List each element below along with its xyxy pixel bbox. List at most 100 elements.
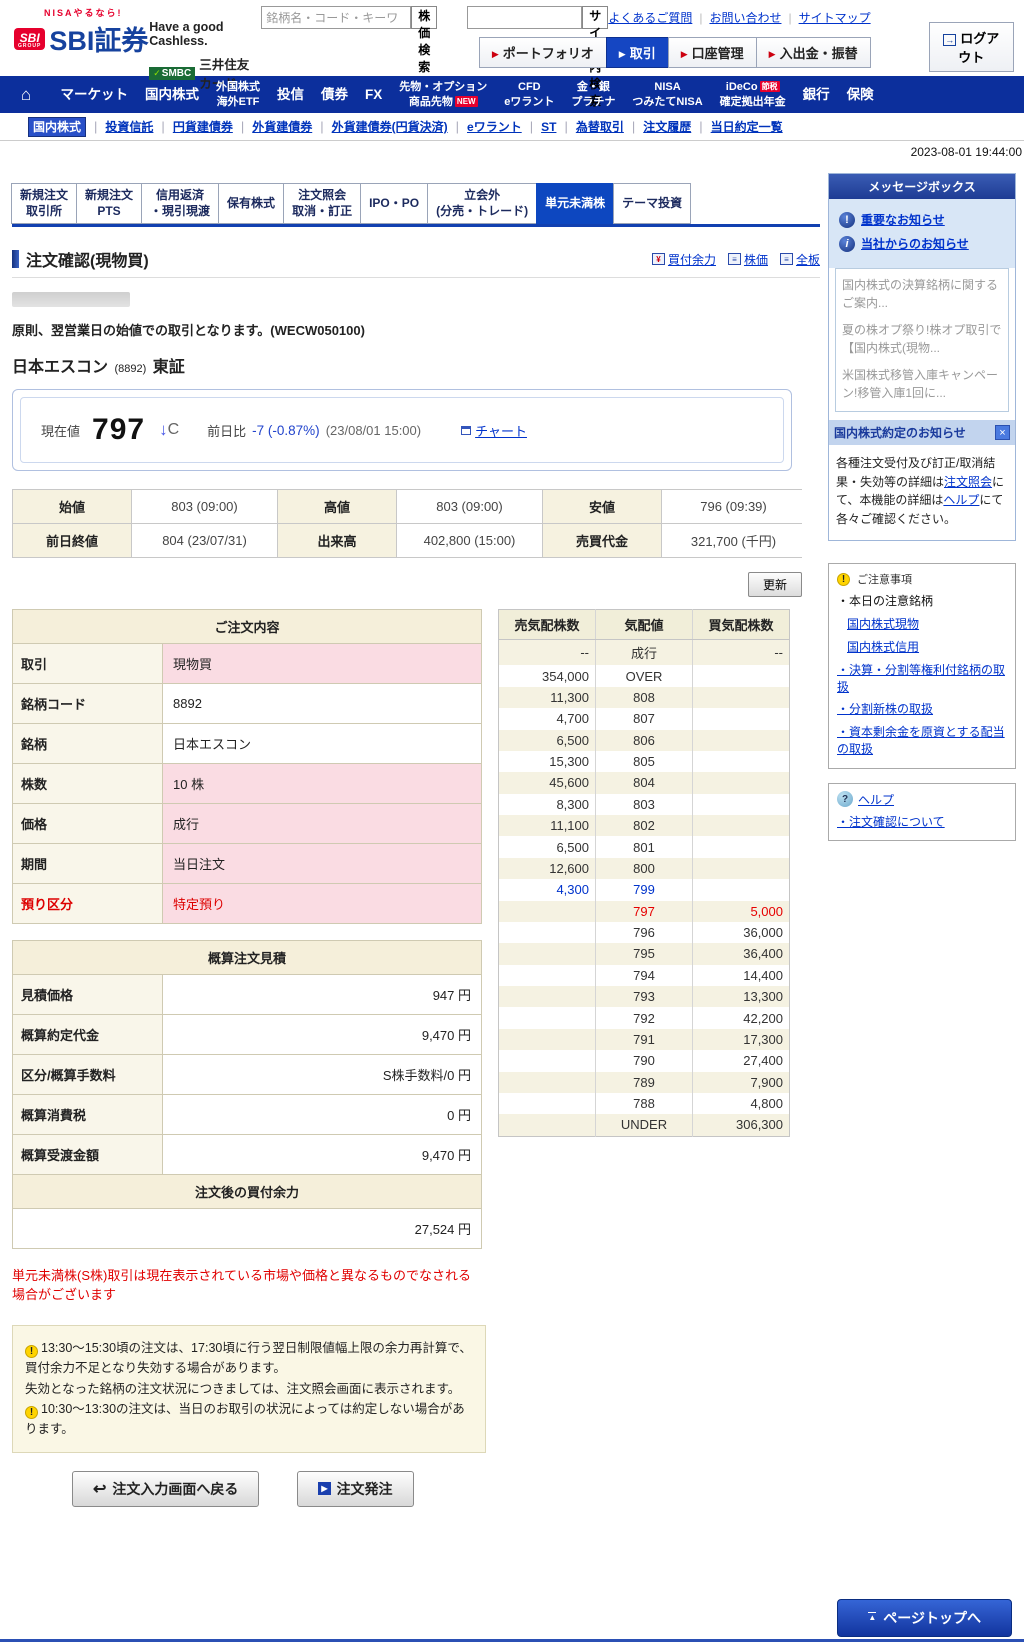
back-button[interactable]: ↩ 注文入力画面へ戻る [72,1470,260,1507]
caution-item[interactable]: ・本日の注意銘柄 [837,593,1007,610]
home-icon[interactable]: ⌂ [0,76,52,113]
sub-nav-item[interactable]: 外貨建債券(円貨決済) [332,120,448,134]
sbi-logo[interactable]: NISAやるなら! SBI GROUP SBI証券 [14,6,149,72]
estimate-row: 概算受渡金額 9,470 円 [12,1134,482,1175]
order-tab[interactable]: 信用返済 ・現引現渡 [141,183,220,224]
sub-nav-item[interactable]: 当日約定一覧 [711,120,783,134]
header-link[interactable]: お問い合わせ [709,11,781,25]
summary-value: 402,800 (15:00) [397,524,542,557]
s-share-warning: 単元未満株(S株)取引は現在表示されている市場や価格と異なるものでなされる場合が… [12,1268,471,1302]
sub-nav-item[interactable]: ST [541,120,556,134]
title-link[interactable]: 全板 [779,251,820,268]
header-nav-tab[interactable]: 入出金・振替 [755,37,871,68]
board-row: 6,500 801 [499,836,790,858]
price-summary-table: 始値 803 (09:00) 高値 803 (09:00) 安値 796 (09:39) 前… [12,489,805,558]
header-link[interactable]: よくあるご質問 [608,11,692,25]
order-row: 銘柄コード 8892 [12,683,482,724]
caution-item[interactable]: ・資本剰余金を原資とする配当の取扱 [837,724,1007,758]
main-nav-item[interactable]: CFD eワラント [496,76,563,113]
message-box-title: メッセージボックス [829,174,1015,199]
caution-item[interactable]: ・決算・分割等権利付銘柄の取扱 [837,662,1007,696]
help-box: ? ヘルプ ・注文確認について [828,782,1016,841]
help-title-link[interactable]: ヘルプ [858,791,894,808]
main-nav-item[interactable]: 先物・オプション 商品先物 NEW [391,76,496,113]
chart-link[interactable]: チャート [475,421,527,440]
page-title: 注文確認(現物買) [12,247,149,271]
order-tab[interactable]: テーマ投資 [613,183,692,224]
main-nav-item[interactable]: 投信 [269,76,313,113]
logout-button[interactable]: ログアウト [928,22,1014,72]
main-nav-item[interactable]: 国内株式 [137,76,208,113]
sub-nav-item[interactable]: 外貨建債券 [252,120,312,134]
note-line: ! 13:30〜15:30頃の注文は、17:30頃に行う翌日制限値幅上限の余力再計… [25,1340,472,1376]
order-tab[interactable]: 立会外 (分売・トレード) [427,183,538,224]
board-row: 4,300 799 [499,879,790,901]
board-row: 11,300 808 [498,686,790,709]
down-arrow-icon: ↓ [159,420,168,439]
sub-nav-item[interactable]: eワラント [467,120,522,134]
sub-nav-item[interactable]: 注文履歴 [643,120,691,134]
help-item[interactable]: ・注文確認について [837,814,1007,831]
order-tab[interactable]: 単元未満株 [536,183,615,224]
header-nav-tabs: ポートフォリオ取引口座管理入出金・振替 [261,37,871,68]
main-nav-item[interactable]: 債券 [313,76,357,113]
note-line: !失効となった銘柄の注文状況につきましては、注文照会画面に表示されます。 [25,1381,461,1396]
main-nav-item[interactable]: 保険 [838,76,882,113]
header-nav-tab[interactable]: 口座管理 [667,37,757,68]
order-inquiry-link[interactable]: 注文照会 [944,475,992,489]
sub-nav-item[interactable]: 投資信託 [105,120,153,134]
doc-icon [651,253,665,265]
site-search-button[interactable]: サイト内検索 [582,6,609,108]
caution-item[interactable]: 国内株式信用 [847,639,1007,656]
order-tab[interactable]: 新規注文 PTS [76,183,143,224]
order-tab[interactable]: 新規注文 取引所 [11,183,78,224]
stock-search-input[interactable] [261,6,412,29]
board-header-price: 気配値 [595,609,693,640]
main-nav-item[interactable]: iDeCo 節税 確定拠出年金 [711,76,794,113]
order-row: 期間 当日注文 [12,843,482,884]
stock-search-button[interactable]: 株価検索 [411,6,438,74]
header-nav-tab[interactable]: 取引 [605,37,669,68]
board-row: 796 36,000 [499,921,790,944]
sub-nav-item[interactable]: 円貨建債券 [173,120,233,134]
summary-value: 804 (23/07/31) [132,524,277,557]
page-top-button[interactable]: ▲ ページトップへ [837,1598,1012,1637]
caution-item[interactable]: ・分割新株の取扱 [837,701,1007,718]
change-label: 前日比 [207,423,247,439]
refresh-button[interactable]: 更新 [747,572,802,597]
main-nav-item[interactable]: FX [357,76,391,113]
main-nav-item[interactable]: 銀行 [794,76,838,113]
title-link[interactable]: 買付余力 [651,251,716,268]
order-row: 価格 成行 [12,803,482,844]
footer: ▲ ページトップへ [0,1598,1024,1642]
board-row: -- 成行 -- [498,639,790,666]
main-nav-item[interactable]: 金・銀 プラチナ [563,76,624,113]
title-link[interactable]: 株価 [727,251,768,268]
caution-item[interactable]: 国内株式現物 [847,616,1007,633]
close-icon[interactable]: × [995,425,1010,440]
buying-power-title: 注文後の買付余力 [12,1174,482,1209]
notice-item[interactable]: 米国株式移管入庫キャンペーン!移管入庫1回に... [842,366,1002,402]
estimate-row: 区分/概算手数料 S株手数料/0 円 [12,1054,482,1095]
site-header: NISAやるなら! SBI GROUP SBI証券 Have a good Cas… [0,0,1024,108]
site-search-input[interactable] [467,6,583,29]
notice-item[interactable]: 国内株式の決算銘柄に関するご案内... [842,276,1002,312]
message-box-link[interactable]: ! 重要なお知らせ [839,211,1007,228]
sub-nav-item[interactable]: 為替取引 [576,120,624,134]
order-tab[interactable]: 注文照会 取消・訂正 [283,183,362,224]
order-tab[interactable]: 保有株式 [218,183,285,224]
smbc-ad[interactable]: Have a good Cashless. SMBC三井住友カード [149,6,261,91]
help-link[interactable]: ヘルプ [943,493,979,507]
notice-item[interactable]: 夏の株オプ祭り!株オプ取引で【国内株式(現物... [842,321,1002,357]
message-box-link[interactable]: i 当社からのお知らせ [839,235,1007,252]
order-tab[interactable]: IPO・PO [360,183,429,224]
board-row: 793 13,300 [498,986,790,1008]
submit-order-button[interactable]: ▶ 注文発注 [297,1470,414,1507]
header-nav-tab[interactable]: ポートフォリオ [478,37,607,68]
main-nav-item[interactable]: NISA つみたてNISA [624,76,711,113]
main-nav-item[interactable]: マーケット [52,76,137,113]
sub-nav-item[interactable]: 国内株式 [28,117,87,137]
board-header-sell: 売気配株数 [498,609,596,640]
main-nav-item[interactable]: 外国株式 海外ETF [208,76,269,113]
header-link[interactable]: サイトマップ [799,11,871,25]
